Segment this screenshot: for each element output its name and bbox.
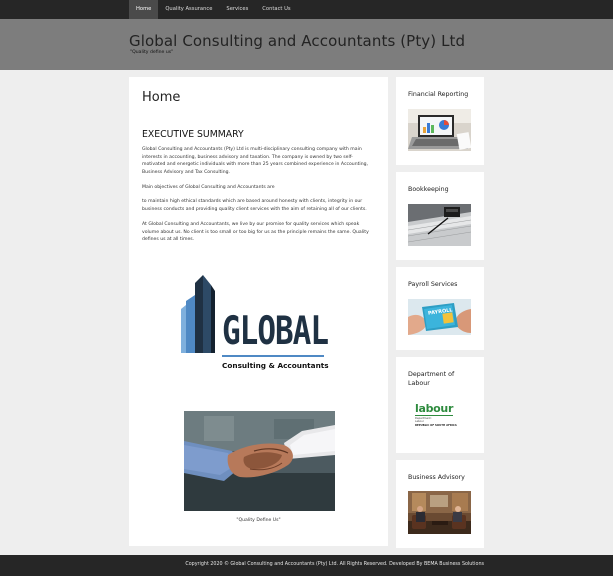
- promise-paragraph: At Global Consulting and Accountants, we…: [142, 222, 369, 242]
- site-title[interactable]: Global Consulting and Accountants (Pty) …: [129, 32, 465, 50]
- sidebar-card-payroll-services[interactable]: Payroll Services PAYROLL: [396, 267, 484, 350]
- site-footer: Copyright 2020 © Global Consulting and A…: [0, 555, 613, 576]
- logo-word: GLOBAL: [222, 309, 329, 354]
- handshake-image: [184, 411, 335, 511]
- nav-menu: Home Quality Assurance Services Contact …: [129, 0, 298, 19]
- logo-divider: [222, 355, 324, 357]
- card-title[interactable]: Financial Reporting: [408, 90, 468, 99]
- executive-summary-heading: EXECUTIVE SUMMARY: [142, 129, 244, 140]
- image-caption: "Quality Define Us": [236, 518, 281, 523]
- company-logo: GLOBAL Consulting & Accountants: [181, 275, 329, 377]
- labour-logo-country: REPUBLIC OF SOUTH AFRICA: [415, 424, 457, 427]
- sidebar-card-financial-reporting[interactable]: Financial Reporting: [396, 77, 484, 165]
- labour-logo-labour: Labour: [415, 420, 424, 423]
- copyright-text: Copyright 2020 © Global Consulting and A…: [185, 562, 484, 567]
- card-title[interactable]: Bookkeeping: [408, 185, 449, 194]
- bookkeeping-image: [408, 204, 471, 246]
- labour-logo-line: [415, 415, 453, 416]
- labour-logo-word: labour: [415, 402, 454, 415]
- card-title[interactable]: Department of Labour: [408, 370, 472, 388]
- payroll-image: PAYROLL: [408, 299, 471, 335]
- site-header: Global Consulting and Accountants (Pty) …: [0, 19, 613, 70]
- financial-reporting-image: [408, 109, 471, 151]
- labour-logo: labour Department: Labour REPUBLIC OF SO…: [408, 401, 471, 437]
- page-title: Home: [142, 90, 181, 105]
- main-content: Home EXECUTIVE SUMMARY Global Consulting…: [129, 77, 388, 546]
- site-tagline: "Quality define us": [130, 50, 174, 55]
- nav-item-services[interactable]: Services: [219, 0, 255, 19]
- business-advisory-image: [408, 491, 471, 534]
- logo-subtitle: Consulting & Accountants: [222, 361, 329, 370]
- nav-item-home[interactable]: Home: [129, 0, 159, 19]
- sidebar-card-department-of-labour[interactable]: Department of Labour labour Department: …: [396, 357, 484, 453]
- nav-item-quality-assurance[interactable]: Quality Assurance: [158, 0, 219, 19]
- logo-building-icon: [181, 275, 215, 353]
- nav-item-contact-us[interactable]: Contact Us: [255, 0, 297, 19]
- intro-paragraph: Global Consulting and Accountants (Pty) …: [142, 147, 368, 175]
- objectives-paragraph: Main objectives of Global Consulting and…: [142, 185, 275, 190]
- standards-paragraph: to maintain high ethical standards which…: [142, 199, 367, 212]
- top-navigation: Home Quality Assurance Services Contact …: [0, 0, 613, 19]
- sidebar-card-business-advisory[interactable]: Business Advisory: [396, 460, 484, 548]
- sidebar-card-bookkeeping[interactable]: Bookkeeping: [396, 172, 484, 260]
- card-title[interactable]: Payroll Services: [408, 280, 457, 289]
- card-title[interactable]: Business Advisory: [408, 473, 465, 482]
